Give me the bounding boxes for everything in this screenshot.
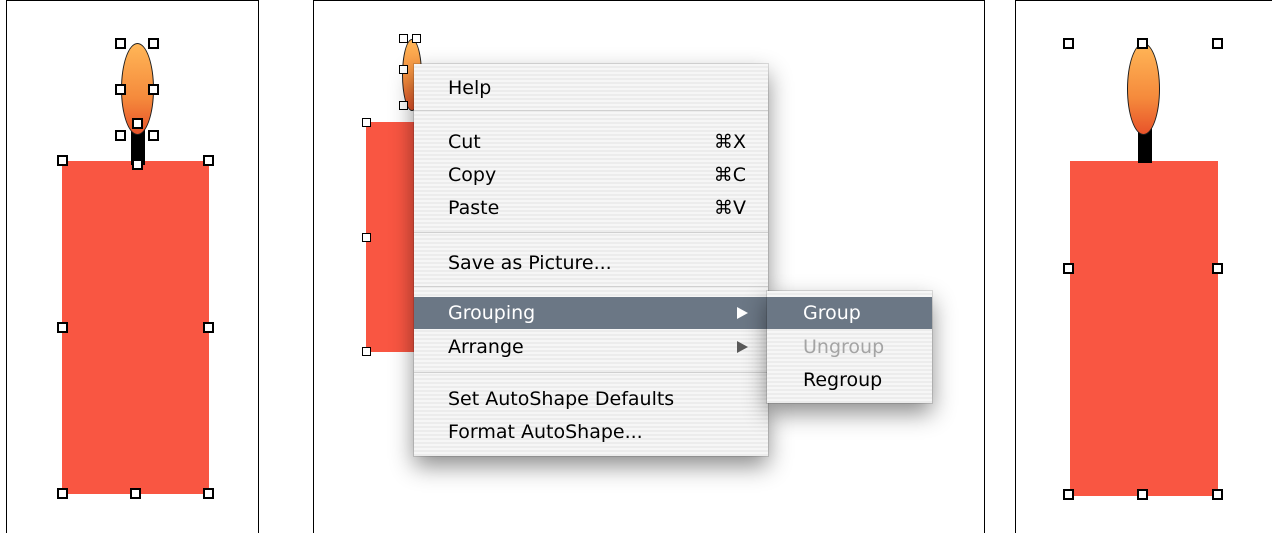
resize-handle[interactable] [115, 84, 126, 95]
submenu-arrow-icon [737, 307, 748, 319]
menu-item-save-as-picture[interactable]: Save as Picture... [414, 247, 768, 279]
group-resize-handle[interactable] [1137, 489, 1148, 500]
menu-item-copy[interactable]: Copy ⌘C [414, 159, 768, 191]
menu-item-label: Save as Picture... [448, 252, 612, 274]
resize-handle[interactable] [362, 118, 371, 127]
group-resize-handle[interactable] [1212, 263, 1223, 274]
resize-handle[interactable] [132, 159, 143, 170]
resize-handle[interactable] [203, 488, 214, 499]
menu-item-grouping[interactable]: Grouping [414, 297, 768, 329]
menu-item-label: Group [803, 302, 861, 324]
grouping-submenu: Group Ungroup Regroup [767, 291, 932, 403]
menu-item-label: Help [448, 77, 492, 99]
resize-handle[interactable] [130, 488, 141, 499]
menu-item-label: Cut [448, 131, 481, 153]
menu-item-arrange[interactable]: Arrange [414, 331, 768, 363]
resize-handle[interactable] [115, 38, 126, 49]
group-resize-handle[interactable] [1063, 38, 1074, 49]
menu-item-label: Set AutoShape Defaults [448, 388, 675, 410]
menu-item-label: Arrange [448, 336, 524, 358]
resize-handle[interactable] [148, 130, 159, 141]
resize-handle[interactable] [57, 155, 68, 166]
menu-item-label: Regroup [803, 369, 883, 391]
menu-separator [414, 372, 768, 373]
red-rectangle-shape[interactable] [62, 161, 209, 494]
red-rectangle-shape[interactable] [366, 122, 416, 352]
red-rectangle-shape[interactable] [1070, 161, 1218, 496]
menu-item-label: Ungroup [803, 336, 885, 358]
resize-handle[interactable] [399, 34, 408, 43]
menu-item-label: Grouping [448, 302, 536, 324]
menu-item-label: Format AutoShape... [448, 421, 643, 443]
menu-separator [414, 286, 768, 287]
resize-handle[interactable] [148, 84, 159, 95]
middle-panel-context-menu: Help Cut ⌘X Copy ⌘C Paste ⌘V Save as Pic… [313, 0, 985, 533]
submenu-arrow-icon [737, 341, 748, 353]
menu-item-help[interactable]: Help [414, 72, 768, 104]
menu-separator [414, 232, 768, 233]
menu-item-label: Copy [448, 164, 497, 186]
group-resize-handle[interactable] [1063, 263, 1074, 274]
menu-item-paste[interactable]: Paste ⌘V [414, 192, 768, 224]
menu-item-label: Paste [448, 197, 500, 219]
menu-item-cut[interactable]: Cut ⌘X [414, 126, 768, 158]
menu-item-shortcut: ⌘X [713, 131, 746, 153]
left-panel-ungrouped-shapes [6, 0, 259, 533]
resize-handle[interactable] [57, 322, 68, 333]
menu-item-ungroup: Ungroup [767, 331, 932, 363]
menu-separator [414, 110, 768, 111]
group-resize-handle[interactable] [1212, 38, 1223, 49]
orange-flame-oval-shape[interactable] [1127, 43, 1160, 135]
menu-item-set-autoshape-defaults[interactable]: Set AutoShape Defaults [414, 383, 768, 415]
resize-handle[interactable] [362, 233, 371, 242]
menu-item-regroup[interactable]: Regroup [767, 364, 932, 396]
resize-handle[interactable] [203, 155, 214, 166]
resize-handle[interactable] [203, 322, 214, 333]
right-panel-grouped-shape [1015, 0, 1272, 533]
context-menu: Help Cut ⌘X Copy ⌘C Paste ⌘V Save as Pic… [414, 64, 768, 456]
menu-item-format-autoshape[interactable]: Format AutoShape... [414, 416, 768, 448]
menu-item-group[interactable]: Group [767, 297, 932, 329]
group-resize-handle[interactable] [1212, 489, 1223, 500]
resize-handle[interactable] [412, 34, 421, 43]
menu-item-shortcut: ⌘V [714, 197, 746, 219]
resize-handle[interactable] [57, 488, 68, 499]
resize-handle[interactable] [132, 118, 143, 129]
resize-handle[interactable] [115, 130, 126, 141]
resize-handle[interactable] [399, 101, 408, 110]
menu-item-shortcut: ⌘C [713, 164, 746, 186]
resize-handle[interactable] [362, 347, 371, 356]
group-resize-handle[interactable] [1137, 38, 1148, 49]
resize-handle[interactable] [148, 38, 159, 49]
group-resize-handle[interactable] [1063, 489, 1074, 500]
resize-handle[interactable] [399, 65, 408, 74]
